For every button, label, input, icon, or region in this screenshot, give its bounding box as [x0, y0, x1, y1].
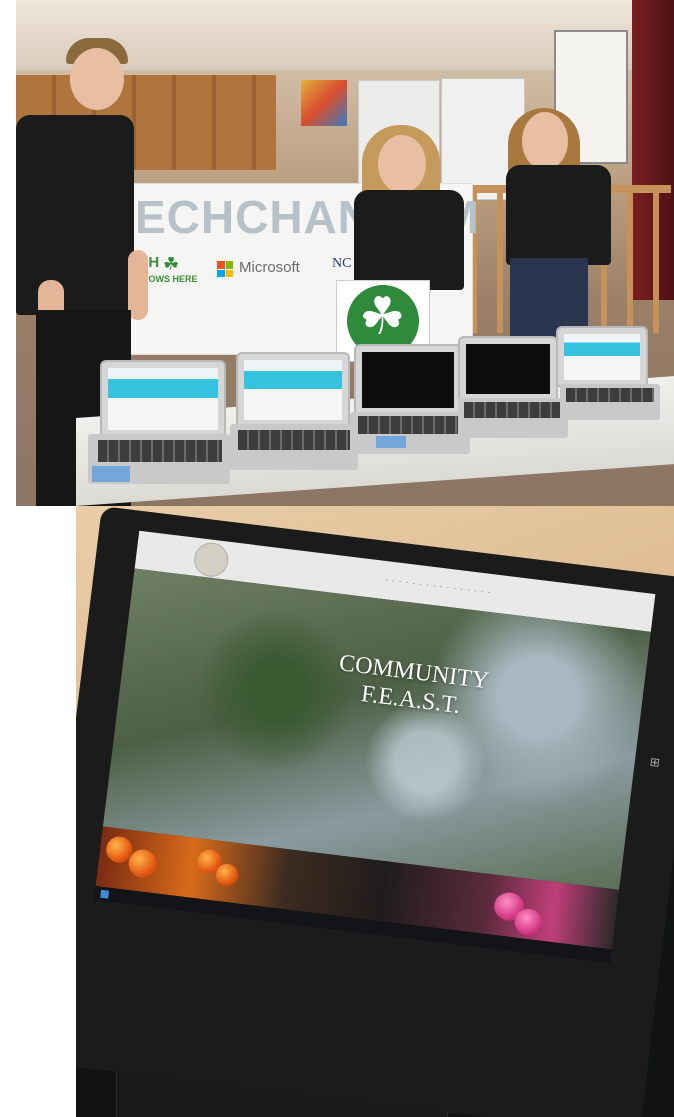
- site-nav: · · · · · · · · · · · · · · · ·: [384, 575, 492, 598]
- tablet-screen: · · · · · · · · · · · · · · · · COMMUNIT…: [76, 506, 674, 1117]
- microsoft-label: Microsoft: [239, 259, 300, 276]
- laptop: [230, 352, 366, 472]
- microsoft-logo-icon: [217, 261, 233, 277]
- clover-icon: ☘: [163, 254, 180, 274]
- site-logo-icon: [192, 540, 231, 579]
- bottom-photo: · · · · · · · · · · · · · · · · COMMUNIT…: [76, 506, 674, 1117]
- nc-logo: NC: [332, 256, 352, 271]
- wall-poster: [301, 80, 347, 126]
- website-title: COMMUNITY F.E.A.S.T.: [300, 645, 525, 727]
- laptop: [556, 326, 674, 424]
- laptop: [88, 360, 230, 488]
- top-photo: ECHCHANGEM 4-H GROWS HERE ☘ Microsoft NC: [16, 0, 674, 506]
- windows-button-icon: ⊞: [649, 754, 661, 770]
- windows-start-icon: [100, 889, 110, 899]
